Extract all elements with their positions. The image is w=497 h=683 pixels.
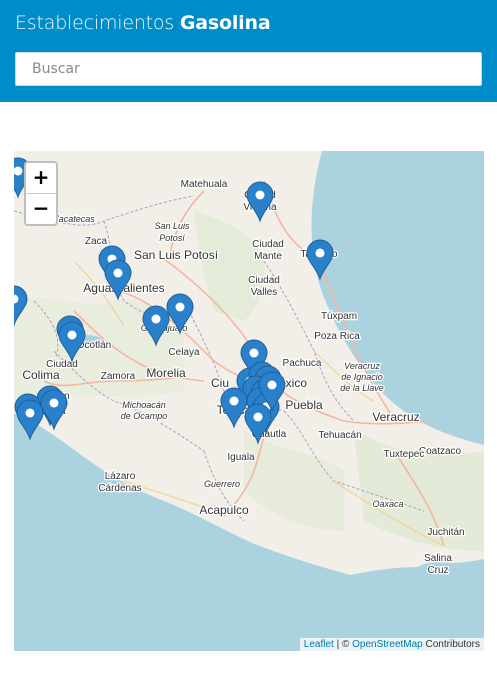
attribution-separator: | © <box>333 639 353 650</box>
city-label: San Luis <box>154 221 190 231</box>
city-label: Potosí <box>159 233 186 243</box>
page-title: Establecimientos Gasolina <box>15 12 271 34</box>
city-label: Juchitán <box>427 527 464 538</box>
city-label: Poza Rica <box>314 331 360 342</box>
map-container[interactable]: MatehualaCiudadVictoriaZacatecasSan Luis… <box>14 151 484 651</box>
gas-station-marker[interactable] <box>16 399 44 441</box>
city-label: Túxpam <box>321 311 357 322</box>
city-label: Valles <box>251 287 278 298</box>
city-label: Morelia <box>146 366 186 380</box>
city-label: Iguala <box>227 452 255 463</box>
city-label: Oaxaca <box>372 499 403 509</box>
city-label: Ciu <box>211 376 229 390</box>
map-attribution: Leaflet | © OpenStreetMap Contributors <box>299 638 484 651</box>
city-label: Mante <box>254 251 282 262</box>
city-label: Tuxtepec <box>384 449 425 460</box>
map-tiles: MatehualaCiudadVictoriaZacatecasSan Luis… <box>14 151 484 577</box>
city-label: Veracruz <box>344 361 380 371</box>
city-label: Cruz <box>427 565 448 576</box>
city-label: Coatzaco <box>419 446 462 457</box>
city-label: Ciudad <box>252 239 284 250</box>
search-input[interactable] <box>15 52 482 86</box>
city-label: Puebla <box>285 398 323 412</box>
city-label: Guerrero <box>204 479 240 489</box>
app-header: Establecimientos Gasolina <box>0 0 497 102</box>
city-label: Celaya <box>168 347 200 358</box>
city-label: Zaca <box>85 236 108 247</box>
city-label: Tehuacán <box>318 430 361 441</box>
zoom-out-button[interactable]: − <box>26 193 56 224</box>
city-label: Zacatecas <box>52 214 95 224</box>
city-label: Lázaro <box>105 471 136 482</box>
city-label: Zamora <box>101 371 136 382</box>
attribution-contributors: Contributors <box>422 639 480 650</box>
leaflet-link[interactable]: Leaflet <box>304 639 334 650</box>
zoom-control: + − <box>24 161 58 226</box>
city-label: de Ocampo <box>121 411 168 421</box>
city-label: Salina <box>424 553 452 564</box>
city-label: Pachuca <box>283 358 322 369</box>
city-label: Colima <box>22 368 60 382</box>
city-label: Matehuala <box>181 179 228 190</box>
city-label: de Ignacio <box>341 372 383 382</box>
city-label: de la Llave <box>340 383 384 393</box>
city-label: Veracruz <box>372 410 419 424</box>
city-label: Acapulco <box>199 503 249 517</box>
city-label: Michoacán <box>122 400 166 410</box>
city-label: Cárdenas <box>98 483 141 494</box>
city-label: Ciudad <box>248 275 280 286</box>
openstreetmap-link[interactable]: OpenStreetMap <box>352 639 423 650</box>
title-prefix: Establecimientos <box>15 12 180 34</box>
city-label: San Luis Potosí <box>134 248 219 262</box>
zoom-in-button[interactable]: + <box>26 163 56 193</box>
title-category: Gasolina <box>179 12 271 34</box>
